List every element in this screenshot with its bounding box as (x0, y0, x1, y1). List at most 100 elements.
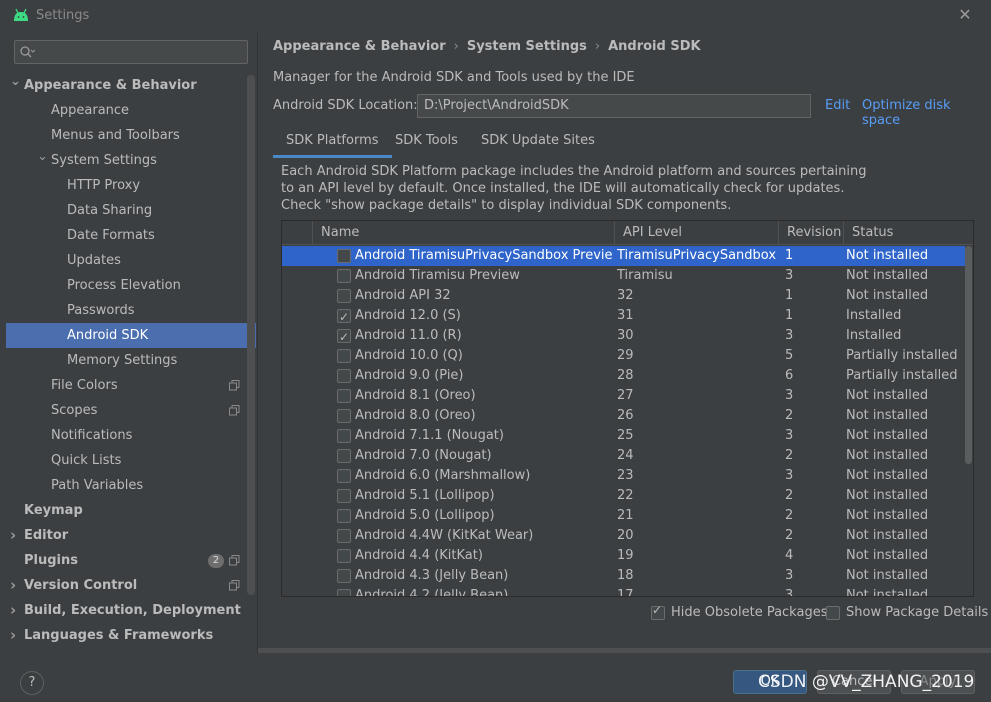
sidebar-item-date-formats[interactable]: Date Formats (6, 223, 256, 248)
revision: 3 (785, 268, 794, 283)
package-name: Android 9.0 (Pie) (355, 368, 464, 383)
table-row[interactable]: Android 4.4W (KitKat Wear) 20 2 Not install… (282, 526, 965, 546)
sidebar-item-http-proxy[interactable]: HTTP Proxy (6, 173, 256, 198)
sidebar-item-keymap[interactable]: Keymap (6, 498, 256, 523)
table-row[interactable]: Android 4.2 (Jelly Bean) 17 3 Not installed (282, 586, 965, 596)
sidebar-item-version-control[interactable]: › Version Control (6, 573, 256, 598)
column-header-status[interactable]: Status (843, 221, 965, 245)
sidebar-item-passwords[interactable]: Passwords (6, 298, 256, 323)
package-checkbox[interactable] (337, 569, 351, 583)
tab-sdk-update-sites[interactable]: SDK Update Sites (468, 128, 608, 158)
revision: 3 (785, 388, 794, 403)
package-checkbox[interactable] (337, 249, 351, 263)
column-header-api-level[interactable]: API Level (614, 221, 778, 245)
sidebar-item-path-variables[interactable]: Path Variables (6, 473, 256, 498)
table-row[interactable]: Android TiramisuPrivacySandbox Preview Ti… (282, 246, 965, 266)
tab-sdk-platforms[interactable]: SDK Platforms (273, 128, 392, 158)
chevron-right-icon[interactable]: › (10, 573, 22, 598)
table-row[interactable]: Android 5.0 (Lollipop) 21 2 Not installed (282, 506, 965, 526)
hide-obsolete-option[interactable]: Hide Obsolete Packages (651, 604, 827, 622)
package-checkbox[interactable] (337, 349, 351, 363)
package-checkbox[interactable] (337, 369, 351, 383)
show-details-option[interactable]: Show Package Details (826, 604, 988, 622)
sidebar-item-quick-lists[interactable]: Quick Lists (6, 448, 256, 473)
sidebar-item-languages-frameworks[interactable]: › Languages & Frameworks (6, 623, 256, 648)
table-row[interactable]: Android 4.3 (Jelly Bean) 18 3 Not installed (282, 566, 965, 586)
package-checkbox[interactable] (337, 389, 351, 403)
show-package-details-checkbox[interactable] (826, 605, 840, 620)
package-checkbox[interactable] (337, 429, 351, 443)
sidebar-item-scopes[interactable]: Scopes (6, 398, 256, 423)
sidebar-item-label: Menus and Toolbars (51, 128, 180, 143)
breadcrumb-item[interactable]: Appearance & Behavior (273, 39, 446, 54)
table-row[interactable]: Android 6.0 (Marshmallow) 23 3 Not installe… (282, 466, 965, 486)
package-checkbox[interactable] (337, 529, 351, 543)
sidebar: ⌄ Appearance & Behavior Appearance Menus an… (0, 33, 257, 653)
table-scrollbar[interactable] (965, 246, 972, 464)
package-checkbox[interactable] (337, 307, 351, 327)
chevron-right-icon[interactable]: › (10, 523, 22, 548)
table-row[interactable]: Android 8.1 (Oreo) 27 3 Not installed (282, 386, 965, 406)
sidebar-item-plugins[interactable]: Plugins 2 (6, 548, 256, 573)
chevron-right-icon[interactable]: › (10, 598, 22, 623)
package-checkbox[interactable] (337, 409, 351, 423)
table-row[interactable]: Android 12.0 (S) 31 1 Installed (282, 306, 965, 327)
info-text: Each Android SDK Platform package includ… (281, 164, 867, 213)
revision: 1 (785, 288, 794, 303)
table-row[interactable]: Android 8.0 (Oreo) 26 2 Not installed (282, 406, 965, 426)
sidebar-item-updates[interactable]: Updates (6, 248, 256, 273)
package-checkbox[interactable] (337, 289, 351, 303)
package-checkbox[interactable] (337, 449, 351, 463)
sidebar-item-editor[interactable]: › Editor (6, 523, 256, 548)
help-button[interactable]: ? (20, 671, 44, 695)
sidebar-item-build-execution-deployment[interactable]: › Build, Execution, Deployment (6, 598, 256, 623)
package-checkbox[interactable] (337, 469, 351, 483)
package-checkbox[interactable] (337, 489, 351, 503)
tab-sdk-tools[interactable]: SDK Tools (382, 128, 471, 158)
sidebar-item-android-sdk[interactable]: Android SDK (6, 323, 256, 348)
edit-link[interactable]: Edit (825, 98, 850, 113)
android-logo-icon (14, 8, 28, 21)
table-row[interactable]: Android 7.0 (Nougat) 24 2 Not installed (282, 446, 965, 466)
sidebar-item-memory-settings[interactable]: Memory Settings (6, 348, 256, 373)
package-checkbox[interactable] (337, 589, 351, 596)
hide-obsolete-checkbox[interactable] (651, 605, 665, 620)
sidebar-item-system-settings[interactable]: ⌄ System Settings (6, 148, 256, 173)
sdk-location-field[interactable]: D:\Project\AndroidSDK (417, 94, 811, 118)
optimize-disk-space-link[interactable]: Optimize disk space (862, 98, 991, 128)
chevron-down-icon[interactable]: ⌄ (10, 73, 22, 98)
table-row[interactable]: Android 7.1.1 (Nougat) 25 3 Not installed (282, 426, 965, 446)
table-row[interactable]: Android API 32 32 1 Not installed (282, 286, 965, 306)
table-row[interactable]: Android 4.4 (KitKat) 19 4 Not installed (282, 546, 965, 566)
table-row[interactable]: Android 5.1 (Lollipop) 22 2 Not installed (282, 486, 965, 506)
table-row[interactable]: Android 11.0 (R) 30 3 Installed (282, 326, 965, 347)
table-row[interactable]: Android 10.0 (Q) 29 5 Partially installed (282, 346, 965, 366)
sidebar-item-appearance-behavior[interactable]: ⌄ Appearance & Behavior (6, 73, 256, 98)
package-checkbox[interactable] (337, 327, 351, 347)
sidebar-item-label: Build, Execution, Deployment (24, 603, 241, 618)
search-input[interactable] (14, 40, 248, 64)
sidebar-item-file-colors[interactable]: File Colors (6, 373, 256, 398)
sidebar-item-appearance[interactable]: Appearance (6, 98, 256, 123)
chevron-right-icon[interactable]: › (10, 623, 22, 648)
api-level: 23 (617, 468, 634, 483)
project-scope-icon (229, 555, 240, 566)
breadcrumb-item[interactable]: System Settings (467, 39, 587, 54)
sidebar-item-data-sharing[interactable]: Data Sharing (6, 198, 256, 223)
sidebar-scrollbar[interactable] (247, 75, 255, 595)
sidebar-item-process-elevation[interactable]: Process Elevation (6, 273, 256, 298)
column-header-name[interactable]: Name (312, 221, 614, 245)
chevron-down-icon[interactable]: ⌄ (37, 148, 49, 173)
sidebar-item-label: Editor (24, 528, 69, 543)
sidebar-item-menus-and-toolbars[interactable]: Menus and Toolbars (6, 123, 256, 148)
package-name: Android 6.0 (Marshmallow) (355, 468, 531, 483)
package-checkbox[interactable] (337, 549, 351, 563)
close-icon[interactable]: ✕ (955, 5, 975, 25)
sidebar-item-notifications[interactable]: Notifications (6, 423, 256, 448)
package-checkbox[interactable] (337, 509, 351, 523)
table-row[interactable]: Android 9.0 (Pie) 28 6 Partially installed (282, 366, 965, 386)
table-row[interactable]: Android Tiramisu Preview Tiramisu 3 Not ins… (282, 266, 965, 286)
package-checkbox[interactable] (337, 269, 351, 283)
api-level: 21 (617, 508, 634, 523)
column-header-revision[interactable]: Revision (778, 221, 843, 245)
